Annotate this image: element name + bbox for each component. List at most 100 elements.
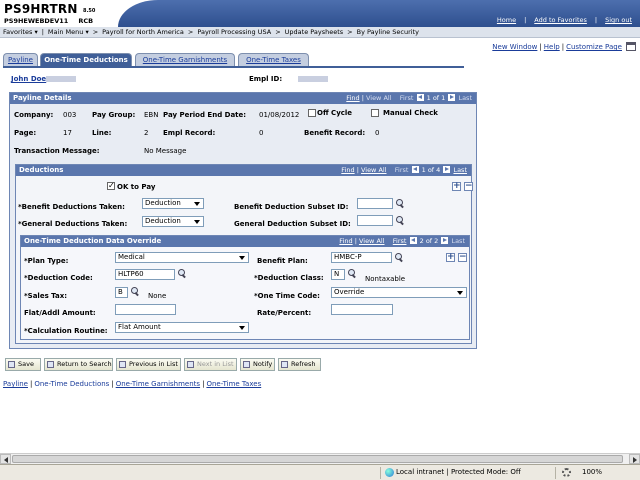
tab-one-time-deductions[interactable]: One-Time Deductions — [40, 53, 132, 66]
next-arrow-icon[interactable] — [443, 166, 451, 173]
benefit-subset-input[interactable] — [357, 198, 393, 209]
delete-row-icon[interactable]: − — [464, 182, 473, 191]
tab-payline[interactable]: Payline — [3, 53, 38, 66]
next-arrow-icon — [441, 237, 449, 244]
calc-routine-label: *Calculation Routine: — [24, 327, 108, 335]
flat-amount-input[interactable] — [115, 304, 176, 315]
breadcrumb: Favorites ▾ | Main Menu ▾ > Payroll for Nort… — [0, 27, 640, 38]
tab-one-time-garnishments[interactable]: One-Time Garnishments — [135, 53, 235, 66]
footer-one-time-garnishments-link[interactable]: One-Time Garnishments — [116, 380, 200, 388]
override-position: 2 of 2 — [419, 237, 439, 245]
calc-routine-select[interactable]: Flat Amount — [115, 322, 249, 333]
prev-arrow-icon[interactable] — [409, 237, 417, 244]
zoom-level[interactable]: 100% — [582, 468, 602, 476]
footer-one-time-taxes-link[interactable]: One-Time Taxes — [206, 380, 261, 388]
deduction-class-input[interactable]: N — [331, 269, 345, 280]
database-name: PS9HEWEBDEV11 RCB — [4, 17, 93, 25]
manual-check-checkbox — [371, 109, 379, 117]
footer-payline-link[interactable]: Payline — [3, 380, 28, 388]
general-taken-label: *General Deductions Taken: — [18, 220, 128, 228]
employee-name-link[interactable]: John Doe — [11, 75, 46, 83]
benefit-taken-select[interactable]: Deduction — [142, 198, 204, 209]
save-icon — [8, 361, 15, 368]
tab-underline — [3, 66, 464, 68]
separator: | — [202, 380, 205, 388]
deductions-view-all-link[interactable]: View All — [361, 166, 387, 174]
payline-position: 1 of 1 — [426, 94, 446, 102]
separator: | — [561, 43, 565, 51]
general-subset-input[interactable] — [357, 215, 393, 226]
search-icon[interactable] — [396, 199, 405, 208]
general-taken-select[interactable]: Deduction — [142, 216, 204, 227]
employee-name[interactable]: John Doe — [11, 75, 77, 83]
help-link[interactable]: Help — [544, 43, 560, 51]
override-view-all-link[interactable]: View All — [359, 237, 385, 245]
chevron-down-icon[interactable]: ▾ — [85, 28, 88, 36]
add-to-favorites-link[interactable]: Add to Favorites — [534, 16, 587, 24]
deductions-last-link[interactable]: Last — [453, 166, 467, 174]
home-link[interactable]: Home — [497, 16, 516, 24]
app-title: PS9HRTRN — [4, 2, 78, 16]
previous-in-list-button[interactable]: Previous in List — [116, 358, 181, 371]
sign-out-link[interactable]: Sign out — [605, 16, 632, 24]
scroll-right-icon[interactable] — [629, 454, 640, 464]
chevron-down-icon[interactable]: ▾ — [34, 28, 37, 36]
previous-button-label: Previous in List — [129, 360, 178, 368]
benefit-record-value: 0 — [375, 129, 380, 137]
one-time-code-select[interactable]: Override — [331, 287, 467, 298]
breadcrumb-payroll-usa[interactable]: Payroll Processing USA — [197, 28, 271, 36]
ok-to-pay-checkbox[interactable] — [107, 181, 115, 190]
breadcrumb-favorites[interactable]: Favorites — [3, 28, 32, 36]
notify-button[interactable]: Notify — [240, 358, 275, 371]
add-row-icon[interactable]: + — [452, 182, 461, 191]
override-find-link[interactable]: Find — [339, 237, 352, 245]
benefit-plan-input[interactable]: HMBC-P — [331, 252, 392, 263]
horizontal-scrollbar[interactable] — [0, 453, 640, 464]
search-icon[interactable] — [395, 253, 404, 262]
rate-percent-input[interactable] — [331, 304, 393, 315]
sales-tax-input[interactable]: B — [115, 287, 128, 298]
refresh-icon — [281, 361, 288, 368]
scroll-thumb[interactable] — [12, 455, 623, 463]
add-row-icon[interactable]: + — [446, 253, 455, 262]
override-last: Last — [451, 237, 465, 245]
deduction-code-input[interactable]: HLTP60 — [115, 269, 175, 280]
next-icon — [187, 361, 194, 368]
override-first-link[interactable]: First — [393, 237, 407, 245]
breadcrumb-update-paysheets[interactable]: Update Paysheets — [285, 28, 344, 36]
empl-record-label: Empl Record: — [163, 129, 216, 137]
search-icon[interactable] — [178, 269, 187, 278]
footer-one-time-deductions: One-Time Deductions — [34, 380, 110, 388]
return-icon — [47, 361, 54, 368]
settings-icon[interactable] — [562, 468, 571, 477]
return-to-search-button[interactable]: Return to Search — [44, 358, 113, 371]
payline-find-link[interactable]: Find — [346, 94, 359, 102]
footer-links: Payline | One-Time Deductions | One-Time Gar… — [3, 380, 261, 388]
next-in-list-button: Next in List — [184, 358, 237, 371]
new-window-link[interactable]: New Window — [492, 43, 537, 51]
empl-record-value: 0 — [259, 129, 264, 137]
plan-type-select[interactable]: Medical — [115, 252, 249, 263]
deduction-code-label: *Deduction Code: — [24, 274, 93, 282]
tab-one-time-taxes[interactable]: One-Time Taxes — [238, 53, 309, 66]
search-icon[interactable] — [348, 269, 357, 278]
breadcrumb-payroll-na[interactable]: Payroll for North America — [102, 28, 184, 36]
notify-icon — [243, 361, 250, 368]
prev-arrow-icon — [411, 166, 419, 173]
delete-row-icon[interactable]: − — [458, 253, 467, 262]
save-button[interactable]: Save — [5, 358, 41, 371]
search-icon[interactable] — [396, 216, 405, 225]
deductions-find-link[interactable]: Find — [341, 166, 354, 174]
benefit-plan-label: Benefit Plan: — [257, 257, 308, 265]
refresh-button[interactable]: Refresh — [278, 358, 321, 371]
redacted-id — [46, 76, 77, 82]
breadcrumb-main-menu[interactable]: Main Menu — [48, 28, 83, 36]
customize-page-link[interactable]: Customize Page — [566, 43, 622, 51]
deductions-first: First — [394, 166, 409, 174]
separator: | — [29, 380, 33, 388]
search-icon[interactable] — [131, 287, 140, 296]
page-label: Page: — [14, 129, 37, 137]
scroll-left-icon[interactable] — [0, 454, 11, 464]
new-window-icon[interactable] — [626, 42, 636, 51]
rate-percent-label: Rate/Percent: — [257, 309, 312, 317]
